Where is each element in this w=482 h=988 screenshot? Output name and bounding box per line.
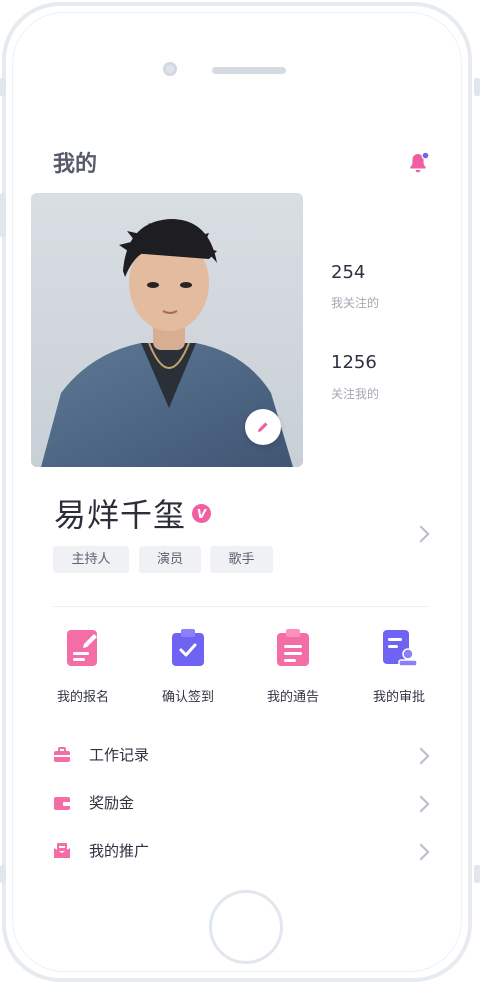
menu-work-records[interactable]: 工作记录 — [53, 738, 430, 778]
following-label: 我关注的 — [331, 296, 380, 310]
power-button — [474, 78, 480, 96]
chevron-right-icon — [412, 747, 430, 765]
camera-icon — [163, 62, 177, 76]
promotion-icon — [54, 843, 70, 858]
action-label: 我的报名 — [56, 690, 109, 705]
action-my-signup[interactable]: 我的报名 — [38, 628, 128, 705]
tag-actor: 演员 — [139, 546, 201, 573]
menu-rewards[interactable]: 奖励金 — [53, 786, 430, 826]
signup-doc-icon — [67, 630, 97, 666]
menu-label: 我的推广 — [89, 842, 150, 860]
following-count[interactable]: 254 — [331, 262, 365, 283]
speaker-grille — [212, 67, 286, 74]
bell-icon[interactable] — [406, 151, 430, 175]
verified-badge-icon: V — [192, 504, 211, 523]
action-my-notices[interactable]: 我的通告 — [248, 628, 338, 705]
action-label: 我的通告 — [266, 690, 319, 705]
divider — [53, 606, 429, 607]
notice-clipboard-icon — [277, 629, 309, 666]
chevron-right-icon — [412, 795, 430, 813]
checkin-clipboard-icon — [172, 629, 204, 666]
tag-host: 主持人 — [53, 546, 129, 573]
mute-switch — [0, 78, 6, 96]
action-my-approvals[interactable]: 我的审批 — [354, 628, 444, 705]
menu-my-promotion[interactable]: 我的推广 — [53, 834, 430, 874]
menu-label: 奖励金 — [89, 794, 135, 812]
wallet-icon — [54, 797, 70, 810]
side-button-bottom-left — [0, 865, 6, 883]
profile-name: 易烊千玺 — [54, 496, 187, 534]
action-label: 确认签到 — [161, 690, 214, 705]
home-button[interactable] — [209, 890, 283, 964]
edit-profile-button[interactable] — [245, 409, 281, 445]
side-button-bottom-right — [474, 865, 480, 883]
followers-count[interactable]: 1256 — [331, 352, 377, 373]
tag-singer: 歌手 — [210, 546, 273, 573]
briefcase-icon — [54, 747, 70, 762]
action-confirm-checkin[interactable]: 确认签到 — [143, 628, 233, 705]
followers-label: 关注我的 — [331, 387, 380, 401]
pencil-icon — [258, 422, 268, 432]
volume-up-button — [0, 193, 6, 237]
page-title: 我的 — [53, 152, 98, 177]
action-label: 我的审批 — [372, 690, 425, 705]
menu-label: 工作记录 — [89, 746, 150, 764]
chevron-right-icon — [412, 843, 430, 861]
approval-doc-icon — [383, 630, 418, 667]
